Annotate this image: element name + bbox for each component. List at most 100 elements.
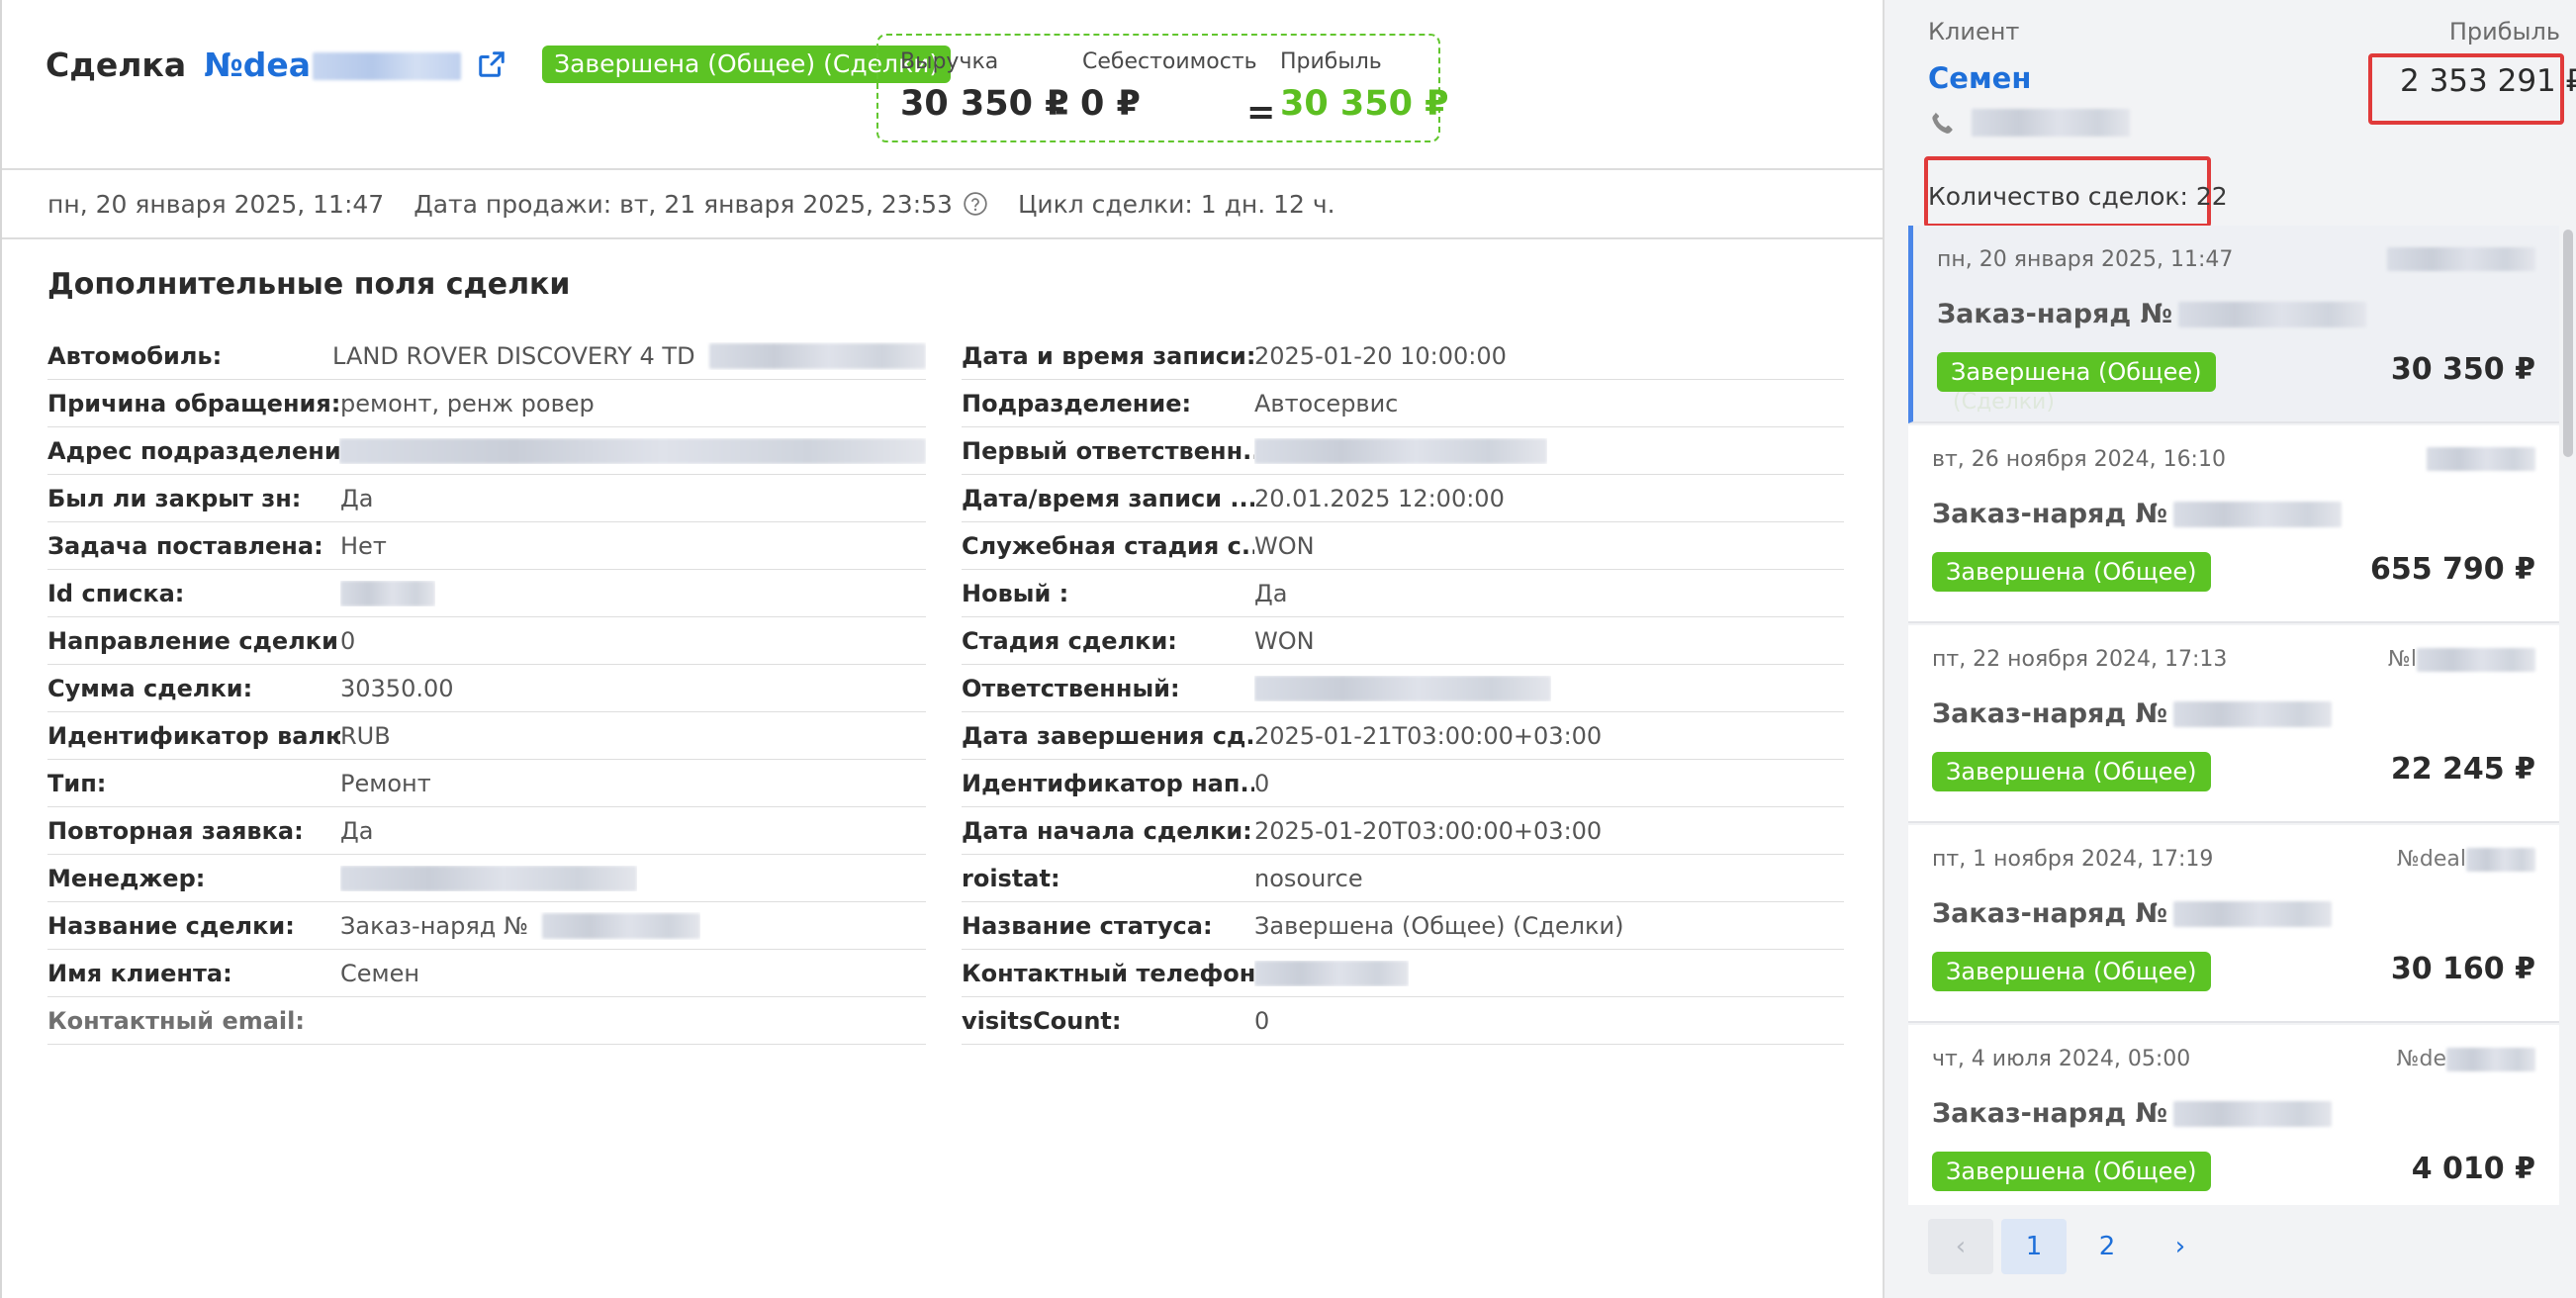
cost-value: 0 ₽	[1080, 84, 1141, 124]
client-header: Клиент Прибыль Семен 2 353 291 ₽ Количес…	[1885, 0, 2576, 228]
field-value	[1254, 960, 1409, 986]
field-key: Причина обращения:	[47, 389, 340, 417]
next-page-button[interactable]: ›	[2148, 1219, 2213, 1274]
deal-card-status-badge: Завершена (Общее)	[1932, 1152, 2211, 1191]
field-row: Название статуса: Завершена (Общее) (Сдел…	[962, 902, 1844, 950]
deal-header: Сделка №dea Завершена (Общее) (Сделки) В…	[2, 0, 1885, 170]
deal-card[interactable]: пт, 22 ноября 2024, 17:13 №l Заказ-наряд №…	[1908, 625, 2559, 823]
field-key: Идентификатор валюты:	[47, 721, 340, 750]
field-row: Ответственный:	[962, 665, 1844, 712]
client-name-link[interactable]: Семен	[1928, 61, 2031, 95]
deal-card-date: чт, 4 июля 2024, 05:00	[1932, 1047, 2191, 1071]
field-row: Первый ответственн...	[962, 427, 1844, 475]
page-button-1[interactable]: 1	[2001, 1219, 2067, 1274]
deal-card-number: №deal	[2397, 847, 2535, 872]
field-key: visitsCount:	[962, 1006, 1122, 1035]
field-value: Заказ-наряд №	[340, 912, 700, 940]
deal-card[interactable]: чт, 4 июля 2024, 05:00 №de Заказ-наряд № За…	[1908, 1025, 2559, 1205]
field-key: Повторная заявка:	[47, 816, 304, 845]
deal-card-status-sub: (Сделки)	[1953, 390, 2055, 415]
field-value	[340, 580, 435, 606]
field-key: Тип:	[47, 769, 107, 797]
deal-card[interactable]: вт, 26 ноября 2024, 16:10 Заказ-наряд № За…	[1908, 425, 2559, 623]
field-value: WON	[1254, 626, 1315, 655]
field-key: Название сделки:	[47, 911, 295, 940]
created-date: пн, 20 января 2025, 11:47	[47, 189, 385, 219]
field-row: Направление сделки: 0	[47, 617, 926, 665]
field-key: Адрес подразделения:	[47, 436, 339, 465]
equals-sign: =	[1246, 93, 1276, 133]
field-key: roistat:	[962, 864, 1060, 892]
field-key: Первый ответственн...	[962, 436, 1254, 465]
profit-value: 30 350 ₽	[1280, 84, 1449, 124]
deal-number-link[interactable]: №dea	[204, 46, 462, 84]
field-value: Семен	[340, 959, 420, 987]
field-value: 30350.00	[340, 674, 454, 702]
deal-card-date: пн, 20 января 2025, 11:47	[1937, 247, 2234, 272]
fields-column-left: Автомобиль: LAND ROVER DISCOVERY 4 TD Прич…	[47, 332, 926, 1045]
prev-page-button[interactable]: ‹	[1928, 1219, 1993, 1274]
client-panel: Клиент Прибыль Семен 2 353 291 ₽ Количес…	[1883, 0, 2576, 1298]
client-phone	[1928, 109, 2130, 137]
scrollbar-thumb[interactable]	[2563, 230, 2573, 457]
field-row: Стадия сделки: WON	[962, 617, 1844, 665]
field-key: Направление сделки:	[47, 626, 340, 655]
field-key: Подразделение:	[962, 389, 1192, 417]
help-icon[interactable]	[963, 191, 988, 217]
deal-cycle: Цикл сделки: 1 дн. 12 ч.	[1017, 189, 1335, 219]
field-row: Идентификатор валюты:RUB	[47, 712, 926, 760]
field-row: Повторная заявка: Да	[47, 807, 926, 855]
field-key: Id списка:	[47, 579, 185, 607]
field-key: Служебная стадия с...	[962, 531, 1254, 560]
page-button-2[interactable]: 2	[2074, 1219, 2140, 1274]
deal-card-number	[2387, 247, 2535, 271]
deal-card-amount: 30 160 ₽	[2390, 952, 2535, 986]
redacted-value	[340, 865, 637, 891]
field-value: Ремонт	[340, 769, 431, 797]
field-row: roistat: nosource	[962, 855, 1844, 902]
field-value: 2025-01-20T03:00:00+03:00	[1254, 816, 1603, 845]
sale-date: Дата продажи: вт, 21 января 2025, 23:53	[414, 190, 988, 219]
minus-sign: -	[1055, 91, 1069, 131]
field-key: Ответственный:	[962, 674, 1180, 702]
field-row: Новый : Да	[962, 570, 1844, 617]
redacted-value	[708, 342, 926, 369]
cost-label: Себестоимость	[1082, 49, 1257, 74]
phone-icon	[1932, 112, 1953, 134]
field-row: Дата завершения сд... 2025-01-21T03:00:00…	[962, 712, 1844, 760]
deal-card-number: №de	[2397, 1047, 2535, 1071]
field-row: Адрес подразделения:	[47, 427, 926, 475]
deal-card-title: Заказ-наряд №	[1932, 1098, 2333, 1129]
field-value	[1254, 437, 1547, 464]
field-value: RUB	[340, 721, 391, 750]
deal-card-title: Заказ-наряд №	[1932, 898, 2333, 929]
profit-block: Прибыль 30 350 ₽	[1280, 49, 1449, 124]
deal-card-status-badge: Завершена (Общее)	[1937, 352, 2216, 392]
deal-card-date: пт, 22 ноября 2024, 17:13	[1932, 647, 2228, 672]
field-value: nosource	[1254, 864, 1363, 892]
field-row: Контактный телефон:	[962, 950, 1844, 997]
revenue-value: 30 350 ₽	[900, 84, 1069, 124]
field-key: Контактный телефон:	[962, 959, 1254, 987]
redacted-value	[1254, 960, 1409, 986]
field-key: Стадия сделки:	[962, 626, 1177, 655]
client-deal-list: пн, 20 января 2025, 11:47 Заказ-наряд № За…	[1908, 226, 2559, 1205]
client-label: Клиент	[1928, 18, 2020, 46]
field-row: Дата и время записи: 2025-01-20 10:00:00	[962, 332, 1844, 380]
field-key: Был ли закрыт зн:	[47, 484, 302, 512]
deal-card[interactable]: пт, 1 ноября 2024, 17:19 №deal Заказ-наряд…	[1908, 825, 2559, 1023]
field-row: Был ли закрыт зн: Да	[47, 475, 926, 522]
field-value: Да	[340, 484, 374, 512]
revenue-label: Выручка	[900, 49, 999, 74]
section-title: Дополнительные поля сделки	[47, 267, 571, 302]
field-key: Дата и время записи:	[962, 341, 1254, 370]
field-key: Сумма сделки:	[47, 674, 253, 702]
redacted-value	[340, 580, 435, 606]
field-value: LAND ROVER DISCOVERY 4 TD	[332, 342, 926, 370]
deal-card[interactable]: пн, 20 января 2025, 11:47 Заказ-наряд № За…	[1908, 226, 2559, 423]
deal-card-date: пт, 1 ноября 2024, 17:19	[1932, 847, 2214, 872]
profit-label: Прибыль	[1280, 49, 1382, 74]
external-link-icon[interactable]	[477, 49, 506, 79]
client-profit-value: 2 353 291 ₽	[2368, 53, 2576, 125]
deal-card-status-badge: Завершена (Общее)	[1932, 752, 2211, 791]
